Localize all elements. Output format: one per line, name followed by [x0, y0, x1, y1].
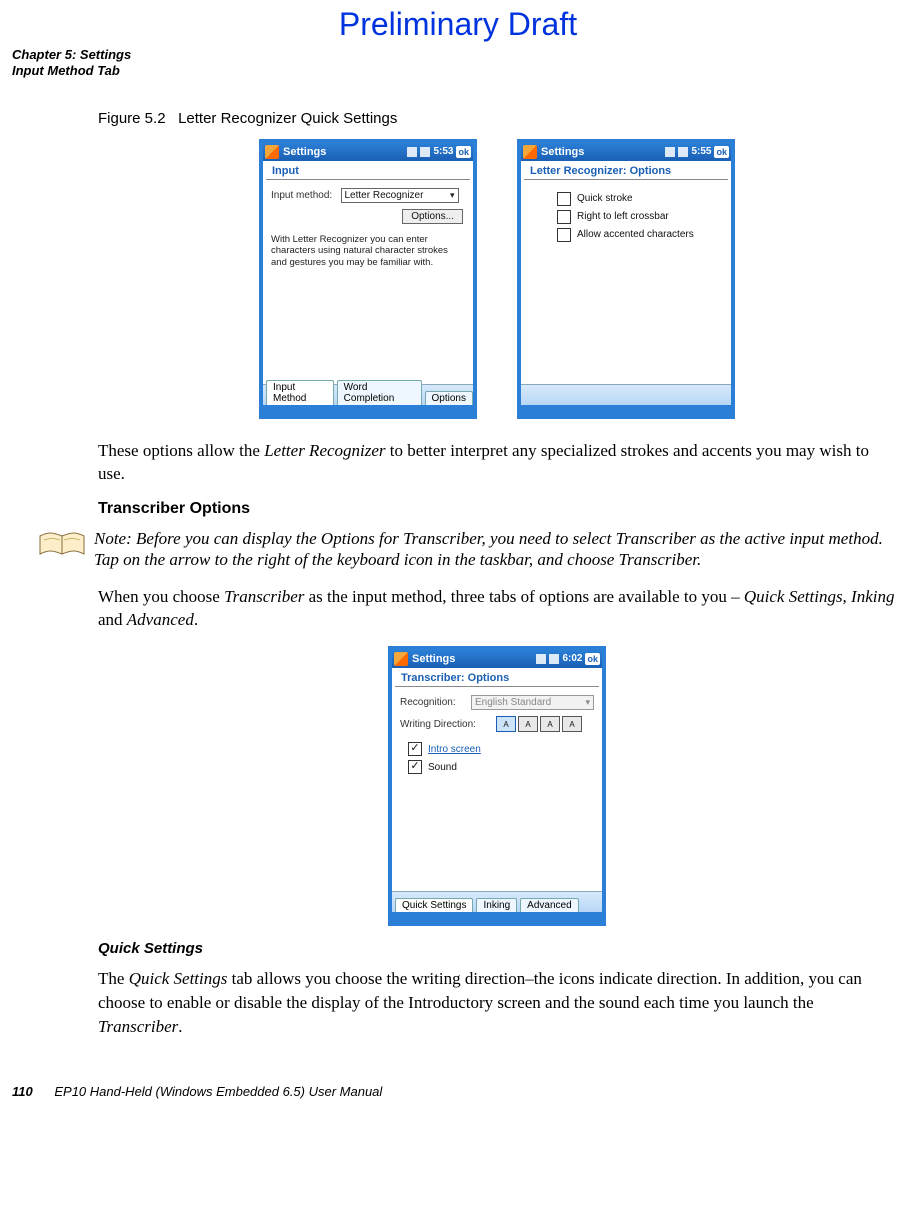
pda-app-title: Settings — [412, 650, 455, 668]
em-advanced: Advanced — [127, 610, 194, 629]
quick-stroke-label: Quick stroke — [577, 193, 633, 204]
note-label: Note: — [94, 529, 132, 548]
recognition-label: Recognition: — [400, 697, 465, 708]
figure-number: Figure 5.2 — [98, 110, 166, 127]
clock-text: 6:02 — [562, 650, 582, 668]
tab-word-completion[interactable]: Word Completion — [337, 380, 422, 405]
input-help-text: With Letter Recognizer you can enter cha… — [271, 234, 465, 270]
text-run: . — [178, 1017, 182, 1036]
page-footer: 110 EP10 Hand-Held (Windows Embedded 6.5… — [12, 1084, 382, 1099]
pda-input-settings: Settings 5:53 ok Input Input method: Let… — [259, 139, 477, 419]
ok-button[interactable]: ok — [585, 653, 600, 665]
pda-body: Recognition: English Standard Writing Di… — [392, 693, 602, 891]
pda-body: Input method: Letter Recognizer Options.… — [263, 186, 473, 384]
em-letter-recognizer: Letter Recognizer — [264, 441, 385, 460]
sound-checkbox[interactable] — [408, 760, 422, 774]
intro-screen-label[interactable]: Intro screen — [428, 744, 481, 755]
manual-title: EP10 Hand-Held (Windows Embedded 6.5) Us… — [54, 1084, 382, 1099]
signal-icon — [665, 147, 675, 157]
tab-advanced[interactable]: Advanced — [520, 898, 578, 912]
pda-tabs: Input Method Word Completion Options — [263, 384, 473, 405]
tab-options[interactable]: Options — [425, 391, 473, 405]
start-flag-icon — [523, 145, 537, 159]
options-button[interactable]: Options... — [402, 209, 463, 224]
volume-icon — [420, 147, 430, 157]
tab-inking[interactable]: Inking — [476, 898, 517, 912]
signal-icon — [407, 147, 417, 157]
ok-button[interactable]: ok — [456, 146, 471, 158]
tab-input-method[interactable]: Input Method — [266, 380, 334, 405]
paragraph-transcriber-tabs: When you choose Transcriber as the input… — [98, 585, 896, 633]
pda-tabs: Quick Settings Inking Advanced — [392, 891, 602, 912]
quick-stroke-checkbox[interactable] — [557, 192, 571, 206]
text-run: . — [194, 610, 198, 629]
wd-icon-4[interactable]: A — [562, 716, 582, 732]
note-text: Note: Before you can display the Options… — [94, 528, 896, 571]
text-run: as the input method, three tabs of optio… — [304, 587, 744, 606]
sound-label: Sound — [428, 762, 457, 773]
pda-transcriber-options: Settings 6:02 ok Transcriber: Options Re… — [388, 646, 606, 926]
em-transcriber-2: Transcriber — [98, 1017, 178, 1036]
note-body: Before you can display the Options for T… — [94, 529, 883, 569]
heading-transcriber-options: Transcriber Options — [98, 500, 896, 518]
em-quick-settings: Quick Settings — [129, 969, 228, 988]
pda-titlebar: Settings 5:55 ok — [521, 143, 731, 161]
clock-text: 5:53 — [433, 143, 453, 161]
figure-title: Letter Recognizer Quick Settings — [178, 110, 397, 127]
heading-quick-settings: Quick Settings — [98, 940, 896, 957]
pda-subtitle: Letter Recognizer: Options — [524, 161, 728, 180]
paragraph-letter-recognizer: These options allow the Letter Recognize… — [98, 439, 896, 487]
wd-icon-2[interactable]: A — [518, 716, 538, 732]
rtl-crossbar-checkbox[interactable] — [557, 210, 571, 224]
writing-direction-icons[interactable]: A A A A — [496, 716, 582, 732]
chapter-header: Chapter 5: Settings Input Method Tab — [12, 47, 916, 80]
input-method-label: Input method: — [271, 190, 332, 201]
book-icon — [38, 530, 86, 558]
wd-icon-3[interactable]: A — [540, 716, 560, 732]
signal-icon — [536, 654, 546, 664]
paragraph-quick-settings: The Quick Settings tab allows you choose… — [98, 967, 896, 1038]
ok-button[interactable]: ok — [714, 146, 729, 158]
pda-subtitle: Input — [266, 161, 470, 180]
accented-chars-label: Allow accented characters — [577, 229, 694, 240]
note-block: Note: Before you can display the Options… — [38, 528, 896, 571]
pda-letter-recognizer-options: Settings 5:55 ok Letter Recognizer: Opti… — [517, 139, 735, 419]
recognition-select: English Standard — [471, 695, 594, 710]
text-run: The — [98, 969, 129, 988]
pda-subtitle: Transcriber: Options — [395, 668, 599, 687]
figure-caption: Figure 5.2 Letter Recognizer Quick Setti… — [98, 110, 896, 127]
wd-icon-1[interactable]: A — [496, 716, 516, 732]
intro-screen-checkbox[interactable] — [408, 742, 422, 756]
pda-app-title: Settings — [541, 143, 584, 161]
chapter-line-1: Chapter 5: Settings — [12, 47, 916, 63]
accented-chars-checkbox[interactable] — [557, 228, 571, 242]
writing-direction-label: Writing Direction: — [400, 719, 486, 730]
volume-icon — [549, 654, 559, 664]
clock-text: 5:55 — [691, 143, 711, 161]
rtl-crossbar-label: Right to left crossbar — [577, 211, 669, 222]
text-run: and — [98, 610, 127, 629]
start-flag-icon — [394, 652, 408, 666]
pda-tabs-empty — [521, 384, 731, 405]
text-run: These options allow the — [98, 441, 264, 460]
chapter-line-2: Input Method Tab — [12, 63, 916, 79]
input-method-select[interactable]: Letter Recognizer — [341, 188, 459, 203]
pda-app-title: Settings — [283, 143, 326, 161]
em-transcriber: Transcriber — [224, 587, 304, 606]
text-run: When you choose — [98, 587, 224, 606]
pda-body: Quick stroke Right to left crossbar Allo… — [521, 186, 731, 384]
figure-5-2-screenshots: Settings 5:53 ok Input Input method: Let… — [98, 139, 896, 419]
volume-icon — [678, 147, 688, 157]
em-tabs-list: Quick Settings, Inking — [744, 587, 895, 606]
start-flag-icon — [265, 145, 279, 159]
pda-titlebar: Settings 6:02 ok — [392, 650, 602, 668]
tab-quick-settings[interactable]: Quick Settings — [395, 898, 473, 912]
page-number: 110 — [12, 1084, 33, 1099]
pda-titlebar: Settings 5:53 ok — [263, 143, 473, 161]
preliminary-draft-watermark: Preliminary Draft — [0, 6, 916, 43]
